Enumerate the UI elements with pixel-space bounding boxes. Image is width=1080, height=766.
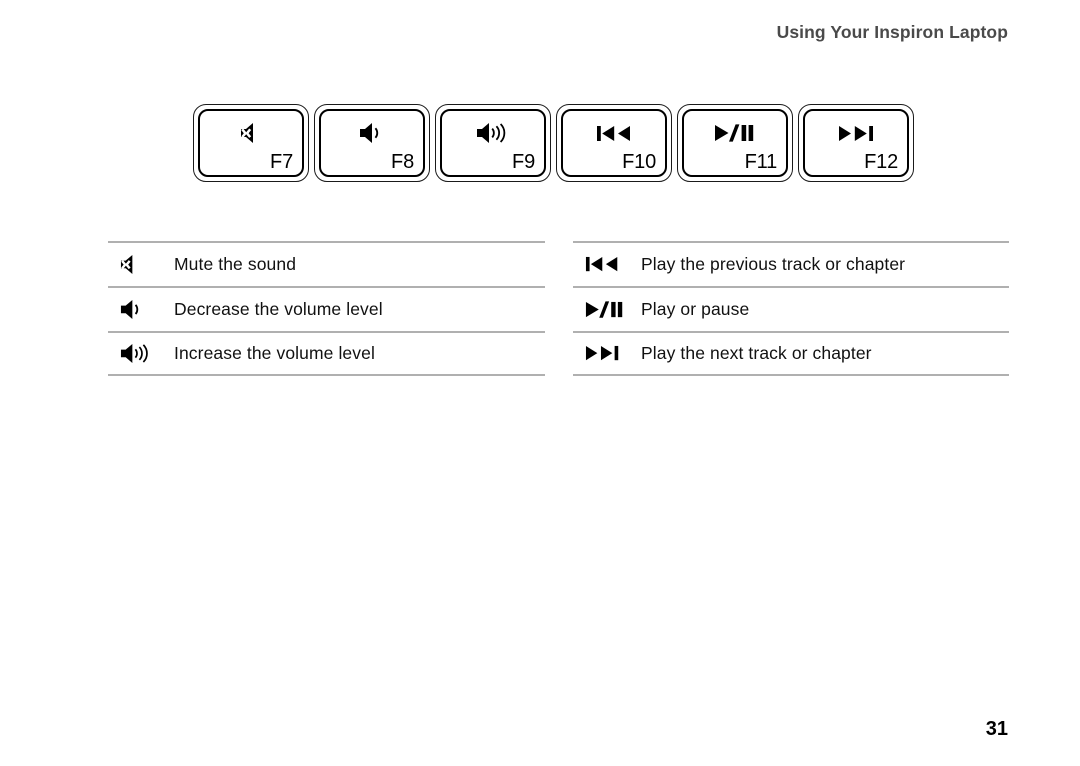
- key-face: F10: [561, 109, 667, 177]
- speaker-volume-down-icon: [321, 118, 423, 148]
- key-label: F7: [270, 151, 293, 173]
- key-f9[interactable]: F9: [435, 104, 551, 182]
- legend-description: Play the previous track or chapter: [641, 254, 906, 274]
- legend-table-volume: Mute the sound Decrease the volume level I…: [108, 241, 545, 376]
- key-face: F7: [198, 109, 304, 177]
- key-face: F12: [803, 109, 909, 177]
- key-f12[interactable]: F12: [798, 104, 914, 182]
- key-label: F11: [744, 151, 778, 173]
- key-f7[interactable]: F7: [193, 104, 309, 182]
- legend-table-media: Play the previous track or chapter Play o…: [573, 241, 1009, 376]
- key-face: F9: [440, 109, 546, 177]
- legend-row: Increase the volume level: [108, 331, 545, 376]
- function-key-row: F7 F8 F9 F10 F11 F12: [193, 104, 914, 182]
- speaker-volume-down-icon: [108, 288, 174, 331]
- play-pause-icon: [684, 118, 786, 148]
- speaker-volume-up-icon: [108, 333, 174, 374]
- next-track-icon: [805, 118, 907, 148]
- legend-row: Play the next track or chapter: [573, 331, 1009, 376]
- legend-row: Play the previous track or chapter: [573, 241, 1009, 286]
- key-f10[interactable]: F10: [556, 104, 672, 182]
- speaker-volume-up-icon: [442, 118, 544, 148]
- legend-description: Increase the volume level: [174, 343, 375, 363]
- legend-description: Play or pause: [641, 299, 750, 319]
- key-f8[interactable]: F8: [314, 104, 430, 182]
- speaker-mute-icon: [108, 243, 174, 286]
- key-label: F8: [391, 151, 414, 173]
- play-pause-icon: [573, 288, 641, 331]
- key-label: F9: [512, 151, 535, 173]
- speaker-mute-icon: [200, 118, 302, 148]
- legend-row: Decrease the volume level: [108, 286, 545, 331]
- legend-row: Mute the sound: [108, 241, 545, 286]
- next-track-icon: [573, 333, 641, 374]
- page-number: 31: [985, 718, 1008, 740]
- previous-track-icon: [563, 118, 665, 148]
- previous-track-icon: [573, 243, 641, 286]
- key-label: F10: [622, 151, 656, 173]
- key-face: F11: [682, 109, 788, 177]
- key-face: F8: [319, 109, 425, 177]
- legend-description: Play the next track or chapter: [641, 343, 872, 363]
- running-head: Using Your Inspiron Laptop: [776, 22, 1008, 42]
- legend-description: Decrease the volume level: [174, 299, 383, 319]
- key-f11[interactable]: F11: [677, 104, 793, 182]
- legend-row: Play or pause: [573, 286, 1009, 331]
- legend-description: Mute the sound: [174, 254, 297, 274]
- key-label: F12: [864, 151, 898, 173]
